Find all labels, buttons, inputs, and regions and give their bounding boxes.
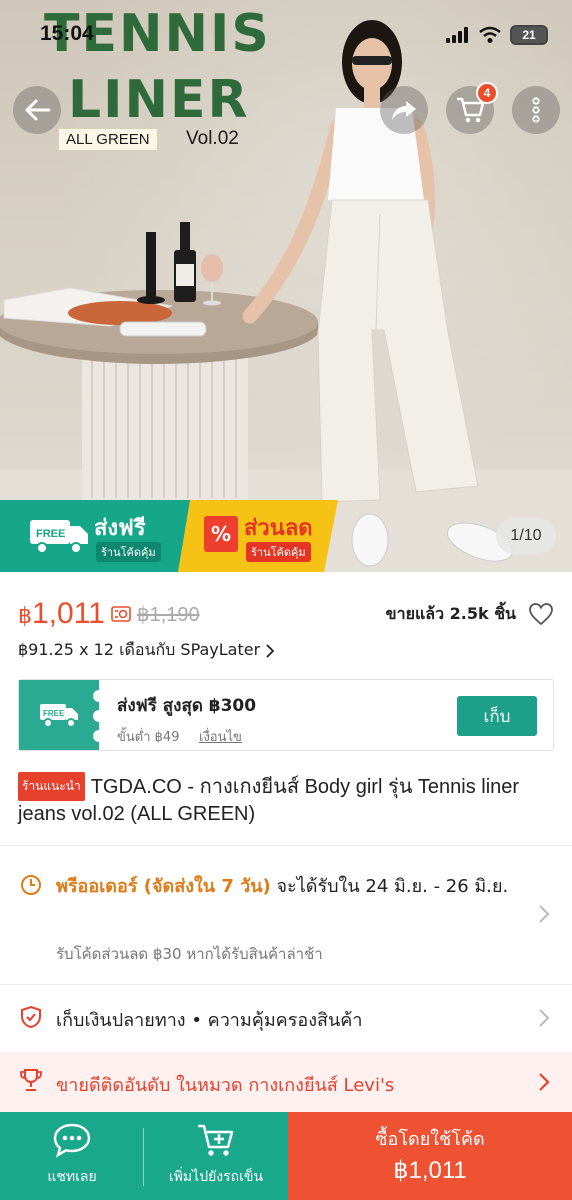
arrow-left-icon: [25, 99, 51, 121]
voucher-conditions-link[interactable]: เงื่อนไข: [199, 726, 242, 747]
discount-bag-icon: %: [204, 516, 238, 552]
chat-button[interactable]: แชทเลย: [0, 1112, 144, 1200]
status-icons: 21: [446, 24, 548, 46]
cart-count-badge: 4: [476, 82, 498, 104]
add-to-cart-label: เพิ่มไปยังรถเข็น: [168, 1169, 264, 1185]
brand-tag: ALL GREEN: [58, 128, 158, 151]
wifi-icon: [479, 26, 501, 43]
signal-icon: [446, 27, 468, 43]
product-image-carousel[interactable]: TENNIS LINER ALL GREEN Vol.02 15:04 21 4…: [0, 0, 572, 572]
share-button[interactable]: [380, 86, 428, 134]
voucher-free-text: FREE: [43, 709, 65, 718]
coin-discount-icon: [111, 606, 131, 622]
buy-with-code-price: ฿1,011: [393, 1157, 467, 1184]
status-time: 15:04: [40, 22, 94, 45]
battery-icon: 21: [510, 25, 548, 45]
chat-label: แชทเลย: [47, 1169, 97, 1185]
chevron-right-icon: [539, 905, 550, 923]
collect-voucher-button[interactable]: เก็บ: [457, 696, 537, 736]
more-options-button[interactable]: [512, 86, 560, 134]
original-price: ฿1,190: [136, 603, 200, 626]
product-title-text: TGDA.CO - กางเกงยีนส์ Body girl รุ่น Ten…: [18, 776, 520, 825]
price-row: ฿1,011 ฿1,190 ขายแล้ว 2.5k ชิ้น: [18, 594, 554, 634]
voucher-title: ส่งฟรี สูงสุด ฿300: [117, 696, 257, 716]
trophy-icon: [20, 1069, 42, 1091]
free-shipping-title: ส่งฟรี: [94, 516, 146, 541]
voucher-notch: [93, 690, 105, 702]
installment-link[interactable]: ฿91.25 x 12 เดือนกับ SPayLater: [18, 638, 275, 663]
back-button[interactable]: [13, 86, 61, 134]
voucher-notch: [93, 730, 105, 742]
free-badge-text: FREE: [36, 528, 65, 540]
free-shipping-sub: ร้านโค้ดคุ้ม: [96, 542, 161, 562]
more-vertical-icon: [532, 97, 540, 123]
chevron-right-icon: [539, 1073, 550, 1091]
delivery-date-range: จะได้รับใน 24 มิ.ย. - 26 มิ.ย.: [270, 876, 509, 897]
chevron-right-icon: [539, 1009, 550, 1027]
brand-title-line2: LINER: [68, 70, 250, 130]
shield-check-icon: [21, 1005, 41, 1029]
image-page-counter: 1/10: [496, 518, 556, 554]
bottom-action-bar: แชทเลย เพิ่มไปยังรถเข็น ซื้อโดยใช้โค้ด ฿…: [0, 1112, 572, 1200]
sold-count: ขายแล้ว 2.5k ชิ้น: [385, 603, 516, 623]
truck-icon: FREE: [40, 704, 78, 728]
bestseller-text: ขายดีติดอันดับ ในหมวด กางเกงยีนส์ Levi's: [56, 1075, 395, 1096]
voucher-left-panel: FREE: [19, 680, 99, 750]
shipping-voucher: FREE ส่งฟรี สูงสุด ฿300 ขั้นต่ำ ฿49 เงื่…: [18, 679, 554, 751]
chevron-right-icon: [266, 643, 275, 658]
current-price-value: 1,011: [32, 597, 105, 630]
discount-title: ส่วนลด: [244, 516, 313, 541]
chat-bubble-icon: [53, 1123, 91, 1158]
recommended-shop-badge: ร้านแนะนำ: [18, 772, 85, 801]
clock-icon: [21, 875, 41, 895]
voucher-min-spend: ขั้นต่ำ ฿49: [117, 730, 180, 745]
buy-with-code-button[interactable]: ซื้อโดยใช้โค้ด ฿1,011: [288, 1112, 572, 1200]
delivery-info[interactable]: พรีออเดอร์ (จัดส่งใน 7 วัน) จะได้รับใน 2…: [0, 846, 572, 984]
cod-guarantee-text: เก็บเงินปลายทาง • ความคุ้มครองสินค้า: [56, 1010, 363, 1031]
discount-sub: ร้านโค้ดคุ้ม: [246, 542, 311, 562]
installment-text: ฿91.25 x 12 เดือนกับ SPayLater: [18, 640, 261, 659]
bestseller-ranking-row[interactable]: ขายดีติดอันดับ ในหมวด กางเกงยีนส์ Levi's: [0, 1052, 572, 1112]
voucher-notch: [93, 710, 105, 722]
currency-symbol: ฿: [18, 603, 32, 628]
buy-with-code-label: ซื้อโดยใช้โค้ด: [375, 1129, 485, 1150]
late-delivery-code: รับโค้ดส่วนลด ฿30 หากได้รับสินค้าล่าช้า: [56, 945, 323, 963]
share-arrow-icon: [392, 101, 416, 120]
cod-guarantee-row[interactable]: เก็บเงินปลายทาง • ความคุ้มครองสินค้า: [0, 985, 572, 1051]
discount-promo: % ส่วนลด ร้านโค้ดคุ้ม: [178, 500, 338, 572]
preorder-label: พรีออเดอร์ (จัดส่งใน 7 วัน): [56, 876, 271, 897]
brand-volume: Vol.02: [186, 128, 239, 149]
free-shipping-promo: FREE ส่งฟรี ร้านโค้ดคุ้ม: [0, 500, 190, 572]
current-price: ฿1,011: [18, 597, 105, 631]
delivery-eta: พรีออเดอร์ (จัดส่งใน 7 วัน) จะได้รับใน 2…: [56, 870, 526, 904]
add-to-cart-button[interactable]: เพิ่มไปยังรถเข็น: [144, 1112, 288, 1200]
heart-icon[interactable]: [528, 602, 554, 626]
product-title: ร้านแนะนำ TGDA.CO - กางเกงยีนส์ Body girl…: [18, 772, 538, 828]
cart-add-icon: [198, 1124, 234, 1156]
truck-icon: FREE: [30, 520, 88, 554]
cart-button[interactable]: 4: [446, 82, 498, 134]
